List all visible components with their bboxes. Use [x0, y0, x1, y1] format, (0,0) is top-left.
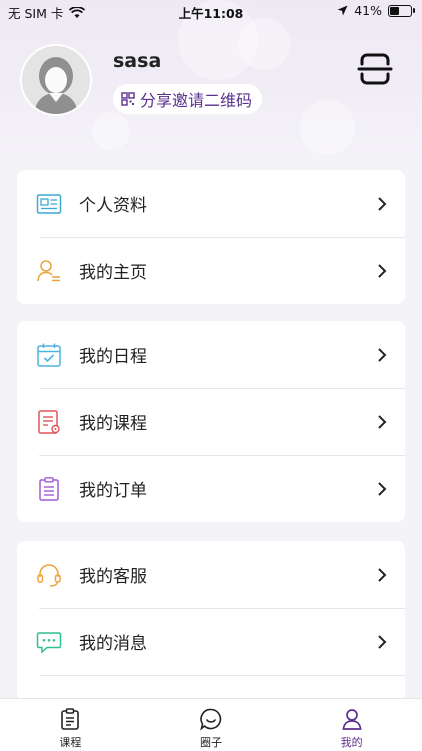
calendar-icon — [37, 343, 61, 367]
chevron-right-icon — [378, 197, 387, 211]
tab-mine[interactable]: 我的 — [281, 699, 422, 751]
tab-label: 我的 — [340, 736, 363, 749]
chevron-right-icon — [378, 482, 387, 496]
share-qr-button[interactable]: 分享邀请二维码 — [113, 84, 263, 114]
menu-item-label: 我的日程 — [79, 347, 147, 367]
menu-item-my-homepage[interactable]: 我的主页 — [17, 237, 405, 304]
chevron-right-icon — [378, 568, 387, 582]
chevron-right-icon — [378, 635, 387, 649]
menu-item-my-orders[interactable]: 我的订单 — [17, 455, 405, 522]
chevron-right-icon — [378, 348, 387, 362]
location-arrow-icon — [337, 5, 348, 16]
message-icon — [36, 632, 62, 654]
order-clipboard-icon — [39, 477, 59, 501]
course-document-icon — [38, 410, 60, 434]
avatar[interactable] — [22, 46, 90, 114]
bottom-tab-bar: 课程 圈子 我的 — [0, 698, 422, 751]
menu-item-label: 我的课程 — [79, 414, 147, 434]
menu-item-my-courses[interactable]: 我的课程 — [17, 388, 405, 455]
chat-bubble-icon — [200, 708, 222, 731]
battery-icon — [388, 4, 415, 17]
menu-item-label: 我的消息 — [79, 634, 147, 654]
menu-item-label: 个人资料 — [79, 196, 147, 216]
scan-button[interactable] — [356, 50, 394, 88]
person-icon — [342, 709, 362, 730]
default-avatar-icon — [22, 46, 90, 114]
tab-label: 圈子 — [200, 736, 222, 749]
tab-circle[interactable]: 圈子 — [141, 699, 282, 751]
clipboard-icon — [61, 708, 80, 730]
menu-item-my-messages[interactable]: 我的消息 — [17, 608, 405, 675]
username: sasa — [113, 50, 162, 72]
menu-item-label: 我的主页 — [79, 263, 147, 283]
chevron-right-icon — [378, 264, 387, 278]
menu-item-customer-service[interactable]: 我的客服 — [17, 541, 405, 608]
chevron-right-icon — [378, 415, 387, 429]
menu-item-my-schedule[interactable]: 我的日程 — [17, 321, 405, 388]
menu-card-learning: 我的日程 我的课程 我的订单 — [17, 321, 405, 522]
menu-item-label: 我的客服 — [79, 567, 147, 587]
menu-card-profile: 个人资料 我的主页 — [17, 170, 405, 304]
user-profile-icon — [37, 260, 60, 282]
menu-card-service: 我的客服 我的消息 — [17, 541, 405, 701]
tab-courses[interactable]: 课程 — [0, 699, 141, 751]
menu-item-profile-info[interactable]: 个人资料 — [17, 170, 405, 237]
scan-icon — [357, 53, 393, 85]
menu-item-label: 我的订单 — [79, 481, 147, 501]
share-qr-label: 分享邀请二维码 — [140, 91, 253, 110]
status-bar: 无 SIM 卡 上午11:08 41% — [0, 0, 422, 22]
id-card-icon — [36, 194, 62, 214]
tab-label: 课程 — [59, 736, 82, 749]
qr-code-icon — [121, 92, 135, 106]
battery-percent: 41% — [354, 3, 382, 18]
headset-icon — [37, 564, 61, 587]
